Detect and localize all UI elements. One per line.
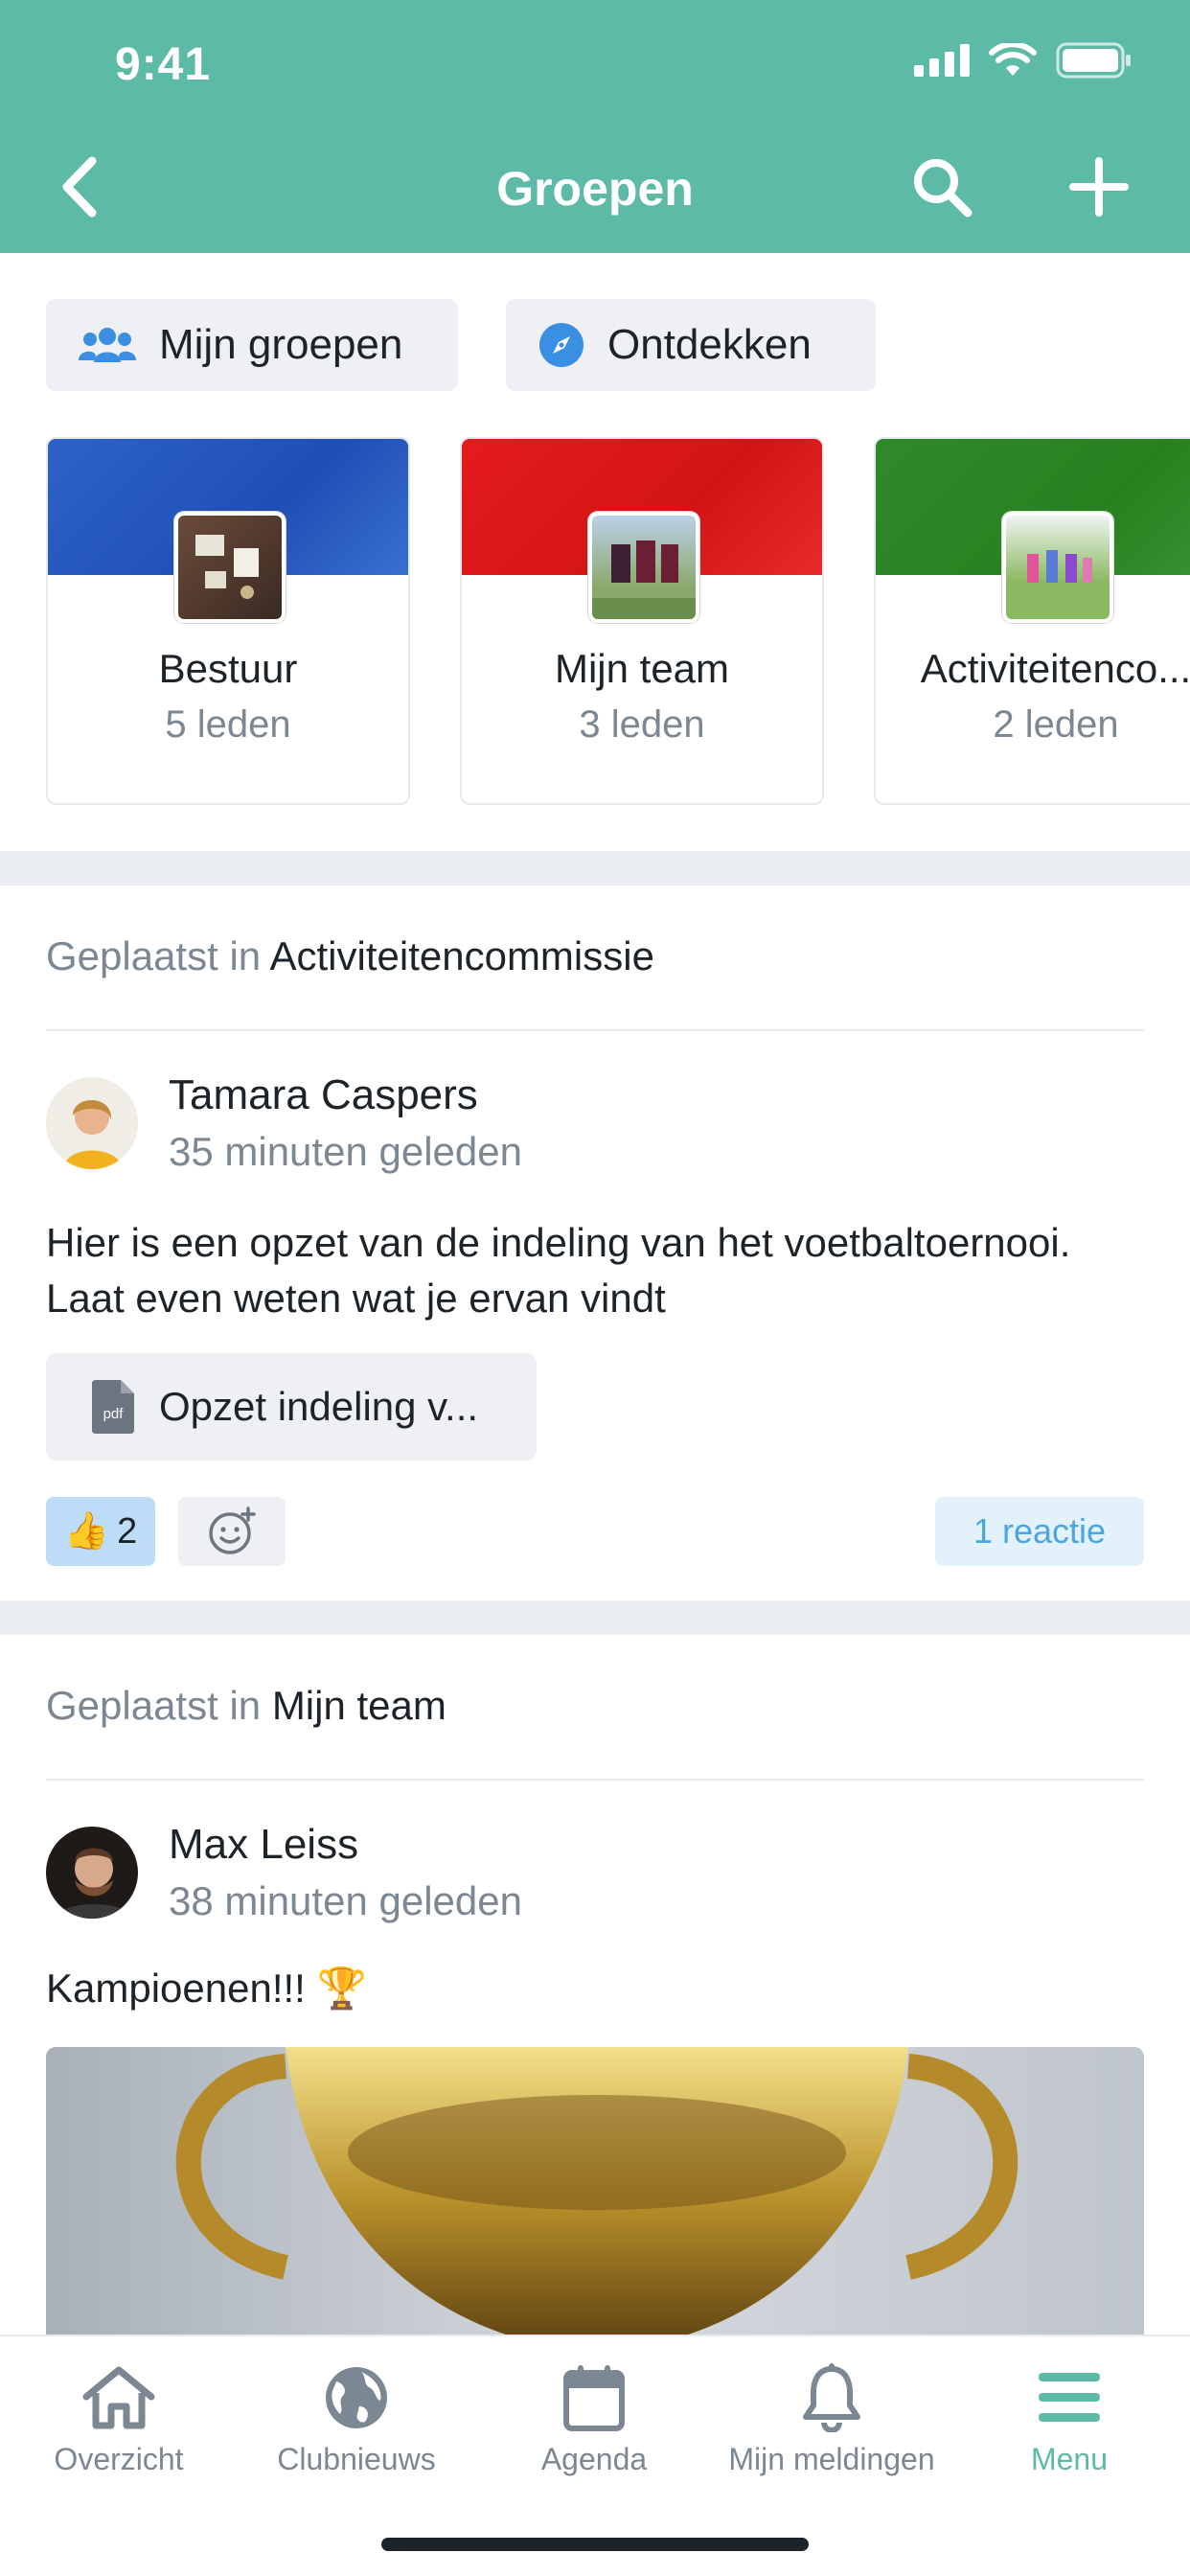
- group-member-count: 2 leden: [993, 703, 1119, 746]
- my-groups-label: Mijn groepen: [159, 321, 403, 368]
- calendar-icon: [563, 2365, 625, 2431]
- replies-button[interactable]: 1 reactie: [935, 1497, 1144, 1566]
- bell-icon: [803, 2363, 860, 2432]
- add-emoji-icon: [209, 1506, 256, 1554]
- tab-overzicht[interactable]: Overzicht: [0, 2336, 238, 2528]
- discover-label: Ontdekken: [607, 321, 812, 368]
- group-thumbnail: [588, 512, 699, 623]
- divider: [46, 1029, 1144, 1031]
- group-member-count: 5 leden: [165, 703, 291, 746]
- tab-label: Clubnieuws: [277, 2442, 436, 2476]
- status-time: 9:41: [115, 39, 212, 90]
- like-count: 2: [117, 1510, 138, 1552]
- globe-icon: [326, 2367, 387, 2428]
- search-icon[interactable]: [910, 155, 973, 218]
- my-groups-button[interactable]: Mijn groepen: [46, 299, 458, 391]
- post-time: 35 minuten geleden: [169, 1129, 522, 1174]
- group-thumbnail: [1002, 512, 1113, 623]
- users-icon: [79, 326, 136, 364]
- post-card: Geplaatst in Mijn team Max Leiss 38 minu…: [0, 1635, 1190, 2354]
- thumbs-up-icon: 👍: [63, 1511, 110, 1552]
- group-card-activiteitencommissie[interactable]: Activiteitenco... 2 leden: [874, 437, 1190, 805]
- pdf-file-icon: pdf: [92, 1380, 134, 1434]
- add-reaction-button[interactable]: [178, 1497, 286, 1566]
- post-image[interactable]: [46, 2047, 1144, 2354]
- group-cards-carousel[interactable]: Bestuur 5 leden Mijn team 3 leden Activi…: [0, 437, 1190, 805]
- posted-in: Geplaatst in Activiteitencommissie: [46, 933, 654, 979]
- posted-in-group-link[interactable]: Activiteitencommissie: [270, 933, 654, 978]
- section-divider: [0, 1600, 1190, 1635]
- home-icon: [82, 2366, 155, 2429]
- tab-clubnieuws[interactable]: Clubnieuws: [238, 2336, 475, 2528]
- battery-icon: [1056, 42, 1131, 79]
- tab-menu[interactable]: Menu: [950, 2336, 1188, 2528]
- menu-icon: [1039, 2373, 1100, 2422]
- tab-label: Agenda: [540, 2442, 648, 2476]
- group-card-mijn-team[interactable]: Mijn team 3 leden: [460, 437, 824, 805]
- pdf-type-label: pdf: [103, 1406, 125, 1422]
- tab-label: Overzicht: [54, 2442, 184, 2476]
- tab-mijn-meldingen[interactable]: Mijn meldingen: [713, 2336, 950, 2528]
- like-reaction-button[interactable]: 👍 2: [46, 1497, 155, 1566]
- tab-agenda[interactable]: Agenda: [475, 2336, 713, 2528]
- attachment[interactable]: pdf Opzet indeling v...: [46, 1353, 537, 1460]
- post-author[interactable]: Tamara Caspers: [169, 1071, 478, 1119]
- avatar[interactable]: [46, 1077, 138, 1169]
- groups-screen: 9:41 Groepen Mijn groepen Ontdekken Best…: [0, 0, 1190, 2576]
- cellular-signal-icon: [914, 44, 970, 77]
- group-name: Bestuur: [158, 646, 298, 691]
- avatar[interactable]: [46, 1827, 138, 1919]
- page-title: Groepen: [496, 162, 694, 216]
- posted-in-prefix: Geplaatst in: [46, 1683, 262, 1728]
- group-name: Mijn team: [554, 646, 730, 691]
- compass-icon: [538, 322, 584, 368]
- divider: [46, 1779, 1144, 1781]
- group-name: Activiteitenco...: [920, 646, 1190, 691]
- post-time: 38 minuten geleden: [169, 1878, 522, 1923]
- post-text: Kampioenen!!! 🏆: [46, 1966, 367, 2011]
- add-group-icon[interactable]: [1067, 155, 1131, 218]
- group-member-count: 3 leden: [579, 703, 705, 746]
- status-icons: [914, 42, 1133, 79]
- discover-button[interactable]: Ontdekken: [506, 299, 876, 391]
- top-bar: 9:41 Groepen: [0, 0, 1190, 253]
- group-thumbnail: [174, 512, 286, 623]
- tab-label: Menu: [1030, 2442, 1109, 2476]
- attachment-name: Opzet indeling v...: [159, 1384, 479, 1429]
- wifi-icon: [989, 43, 1037, 76]
- post-author[interactable]: Max Leiss: [169, 1821, 358, 1869]
- tab-label: Mijn meldingen: [728, 2442, 935, 2476]
- group-card-bestuur[interactable]: Bestuur 5 leden: [46, 437, 410, 805]
- posted-in-group-link[interactable]: Mijn team: [272, 1683, 446, 1728]
- section-divider: [0, 851, 1190, 886]
- home-indicator[interactable]: [381, 2538, 809, 2551]
- posted-in: Geplaatst in Mijn team: [46, 1683, 446, 1729]
- post-card: Geplaatst in Activiteitencommissie Tamar…: [0, 886, 1190, 1598]
- posted-in-prefix: Geplaatst in: [46, 933, 262, 978]
- post-text: Hier is een opzet van de indeling van he…: [46, 1220, 1071, 1321]
